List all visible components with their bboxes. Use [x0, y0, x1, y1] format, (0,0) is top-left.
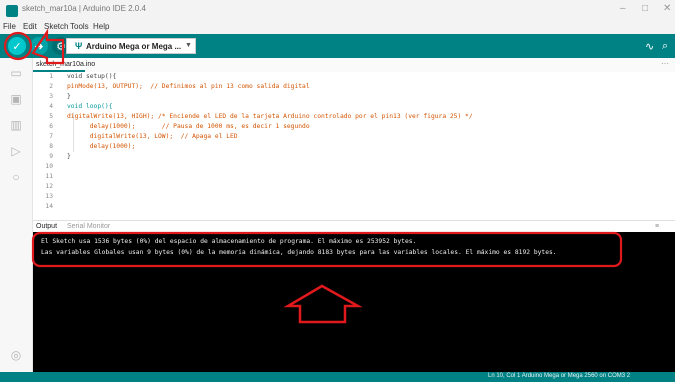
more-tabs-button[interactable]: ··· [661, 59, 669, 68]
usb-icon: Ψ [75, 41, 83, 51]
status-bar: Ln 10, Col 1 Arduino Mega or Mega 2560 o… [0, 372, 675, 382]
tab-serial-monitor[interactable]: Serial Monitor [67, 223, 110, 230]
output-message: Las variables Globales usan 9 bytes (0%)… [41, 249, 557, 256]
serial-plotter-button[interactable]: ∿ [645, 40, 654, 53]
code-editor[interactable]: 1 void setup(){ 2 pinMode(13, OUTPUT); // … [33, 72, 675, 220]
board-label: Arduino Mega or Mega ... [86, 42, 182, 51]
arrow-right-icon: ➜ [34, 40, 44, 53]
board-selector[interactable]: Ψ Arduino Mega or Mega ... ▼ [66, 38, 196, 54]
window-title: sketch_mar10a | Arduino IDE 2.0.4 [22, 4, 146, 13]
status-text: Ln 10, Col 1 Arduino Mega or Mega 2560 o… [488, 373, 631, 379]
maximize-button[interactable]: □ [642, 3, 648, 14]
chevron-down-icon: ▼ [185, 42, 192, 49]
tab-output[interactable]: Output [36, 223, 57, 230]
menu-edit[interactable]: Edit [23, 22, 37, 31]
editor-tab-bar: sketch_mar10a.ino ··· [33, 58, 675, 73]
check-icon: ✓ [12, 40, 22, 53]
library-icon[interactable]: ▥ [8, 118, 24, 132]
title-bar: sketch_mar10a | Arduino IDE 2.0.4 – □ ✕ [0, 0, 675, 22]
upload-button[interactable]: ➜ [30, 37, 48, 55]
folder-icon[interactable]: ▭ [8, 66, 24, 80]
menu-bar: File Edit Sketch Tools Help [0, 22, 675, 34]
output-message: El Sketch usa 1536 bytes (0%) del espaci… [41, 238, 417, 245]
menu-tools[interactable]: Tools [70, 22, 89, 31]
minimize-button[interactable]: – [620, 3, 626, 14]
boards-icon[interactable]: ▣ [8, 92, 24, 106]
sidebar: ▭ ▣ ▥ ▷ ○ ◎ [0, 58, 33, 372]
verify-button[interactable]: ✓ [8, 37, 26, 55]
arduino-app-icon [6, 5, 18, 17]
serial-monitor-button[interactable]: ⌕ [662, 40, 668, 53]
close-button[interactable]: ✕ [663, 3, 671, 14]
search-icon[interactable]: ○ [8, 170, 24, 184]
clear-output-icon[interactable]: ≡ [655, 223, 659, 230]
debug-icon[interactable]: ▷ [8, 144, 24, 158]
menu-file[interactable]: File [3, 22, 16, 31]
tab-sketch[interactable]: sketch_mar10a.ino [33, 58, 95, 72]
output-console: El Sketch usa 1536 bytes (0%) del espaci… [33, 232, 675, 372]
menu-help[interactable]: Help [93, 22, 109, 31]
debug-icon: ⚙ [56, 40, 66, 53]
account-icon[interactable]: ◎ [8, 348, 24, 362]
menu-sketch[interactable]: Sketch [44, 22, 68, 31]
